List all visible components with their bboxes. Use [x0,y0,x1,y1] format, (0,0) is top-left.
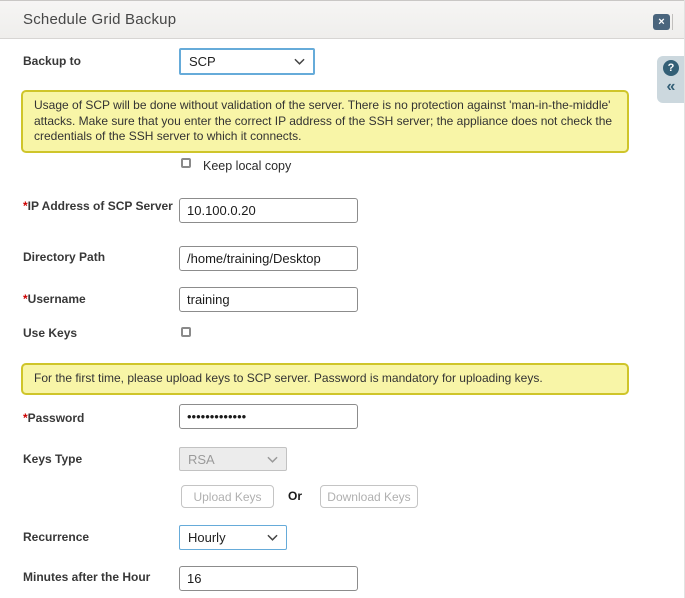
help-panel-tab: ? « [657,56,685,103]
dialog-title: Schedule Grid Backup [23,1,176,39]
dialog-header: Schedule Grid Backup × [0,0,685,39]
keys-type-select: RSA [179,447,287,471]
recurrence-select[interactable]: Hourly [179,525,287,550]
close-icon: × [658,16,664,28]
backup-to-selected-value: SCP [189,54,216,69]
recurrence-label: Recurrence [23,530,175,545]
or-label: Or [288,489,302,503]
minutes-after-hour-input[interactable] [179,566,358,591]
download-keys-button: Download Keys [320,485,418,508]
directory-path-label: Directory Path [23,250,175,265]
collapse-panel-icon[interactable]: « [667,78,676,96]
password-label: *Password [23,411,175,426]
keep-local-copy-checkbox[interactable] [181,158,191,168]
use-keys-label: Use Keys [23,326,175,341]
keys-type-selected-value: RSA [188,452,215,467]
password-input[interactable] [179,404,358,429]
header-divider [672,14,673,30]
close-button[interactable]: × [653,14,670,30]
help-icon[interactable]: ? [663,60,679,76]
username-input[interactable] [179,287,358,312]
ip-address-label: *IP Address of SCP Server [23,199,175,214]
username-label: *Username [23,292,175,307]
chevron-down-icon [267,534,278,541]
use-keys-checkbox[interactable] [181,327,191,337]
schedule-grid-backup-dialog: Schedule Grid Backup × ? « Backup to SCP… [0,0,685,598]
chevron-down-icon [294,58,305,65]
keys-type-label: Keys Type [23,452,175,467]
recurrence-selected-value: Hourly [188,530,226,545]
ip-address-input[interactable] [179,198,358,223]
directory-path-input[interactable] [179,246,358,271]
backup-to-select[interactable]: SCP [179,48,315,75]
chevron-down-icon [267,456,278,463]
backup-to-label: Backup to [23,54,175,69]
upload-keys-button: Upload Keys [181,485,274,508]
minutes-after-hour-label: Minutes after the Hour [23,570,179,585]
keep-local-copy-label: Keep local copy [203,159,291,173]
scp-warning-notice: Usage of SCP will be done without valida… [21,90,629,153]
keys-upload-notice: For the first time, please upload keys t… [21,363,629,395]
